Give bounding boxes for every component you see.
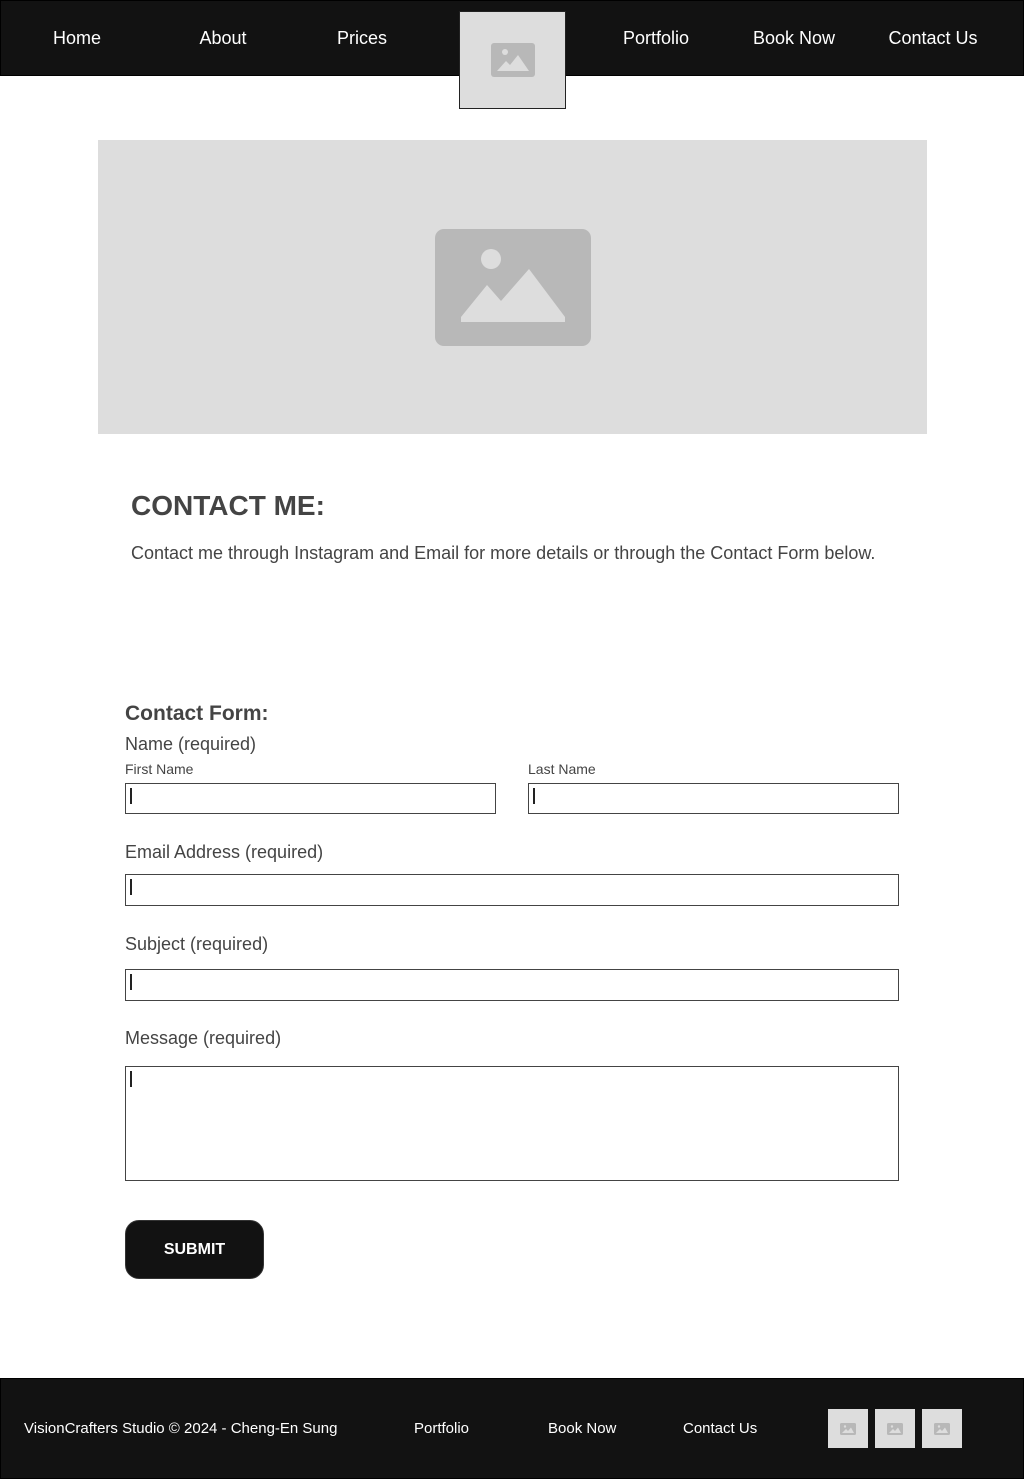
hero-image [98, 140, 927, 434]
subject-label: Subject (required) [125, 934, 269, 954]
footer-link-book-now[interactable]: Book Now [548, 1420, 616, 1437]
last-name-label: Last Name [528, 761, 596, 777]
contact-heading: CONTACT ME: [131, 490, 325, 521]
nav-link-about[interactable]: About [199, 28, 246, 49]
social-link-3[interactable] [922, 1409, 962, 1448]
email-field[interactable] [125, 874, 899, 906]
name-label: Name (required) [125, 734, 257, 754]
footer-link-contact-us[interactable]: Contact Us [683, 1420, 757, 1437]
subject-text-cursor [130, 974, 132, 990]
first-name-field[interactable] [125, 783, 496, 814]
contact-description: Contact me through Instagram and Email f… [131, 543, 876, 563]
footer-link-portfolio[interactable]: Portfolio [414, 1420, 469, 1437]
social-link-1[interactable] [828, 1409, 868, 1448]
email-label: Email Address (required) [125, 842, 324, 862]
footer: VisionCrafters Studio © 2024 - Cheng-En … [0, 1378, 1024, 1479]
footer-copyright: VisionCrafters Studio © 2024 - Cheng-En … [24, 1420, 338, 1437]
image-placeholder-icon [887, 1422, 903, 1435]
image-placeholder-icon [434, 228, 591, 346]
social-link-2[interactable] [875, 1409, 915, 1448]
message-label: Message (required) [125, 1028, 282, 1048]
nav-link-portfolio[interactable]: Portfolio [623, 28, 689, 49]
image-placeholder-icon [840, 1422, 856, 1435]
contact-form-heading: Contact Form: [125, 702, 269, 725]
message-text-cursor [130, 1071, 132, 1087]
nav-link-contact-us[interactable]: Contact Us [888, 28, 977, 49]
first-name-text-cursor [130, 788, 132, 804]
first-name-label: First Name [125, 761, 194, 777]
nav-link-prices[interactable]: Prices [337, 28, 387, 49]
nav-link-home[interactable]: Home [53, 28, 101, 49]
email-text-cursor [130, 879, 132, 895]
image-placeholder-icon [934, 1422, 950, 1435]
submit-button[interactable]: SUBMIT [125, 1220, 264, 1279]
nav-link-book-now[interactable]: Book Now [753, 28, 835, 49]
last-name-text-cursor [533, 788, 535, 804]
subject-field[interactable] [125, 969, 899, 1001]
last-name-field[interactable] [528, 783, 899, 814]
image-placeholder-icon [490, 43, 535, 77]
message-field[interactable] [125, 1066, 899, 1181]
logo[interactable] [459, 11, 566, 109]
